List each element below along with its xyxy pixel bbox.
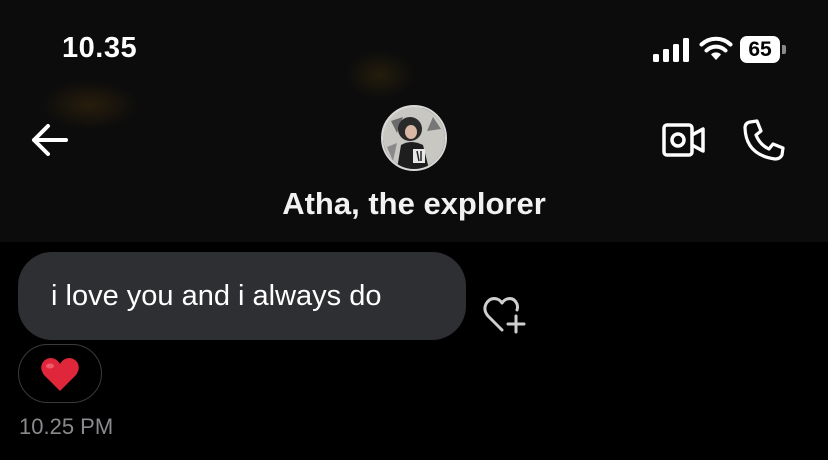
battery-icon: 65 — [740, 36, 786, 63]
avatar-image — [383, 107, 445, 169]
battery-level: 65 — [740, 36, 780, 63]
back-arrow-icon[interactable] — [28, 120, 70, 160]
heart-plus-icon[interactable] — [483, 295, 529, 335]
phone-call-icon[interactable] — [742, 118, 786, 162]
message-timestamp: 10.25 PM — [19, 414, 114, 439]
contact-name[interactable]: Atha, the explorer — [0, 186, 828, 222]
red-heart-icon — [41, 358, 79, 391]
background-glow — [345, 50, 415, 100]
battery-nub — [782, 45, 786, 54]
status-time: 10.35 — [62, 32, 138, 64]
avatar[interactable] — [381, 105, 447, 171]
video-call-icon[interactable] — [662, 121, 706, 159]
wifi-icon — [699, 36, 733, 60]
message-bubble[interactable]: i love you and i always do — [18, 252, 466, 340]
reaction-badge[interactable] — [18, 344, 102, 403]
signal-icon — [653, 38, 689, 62]
